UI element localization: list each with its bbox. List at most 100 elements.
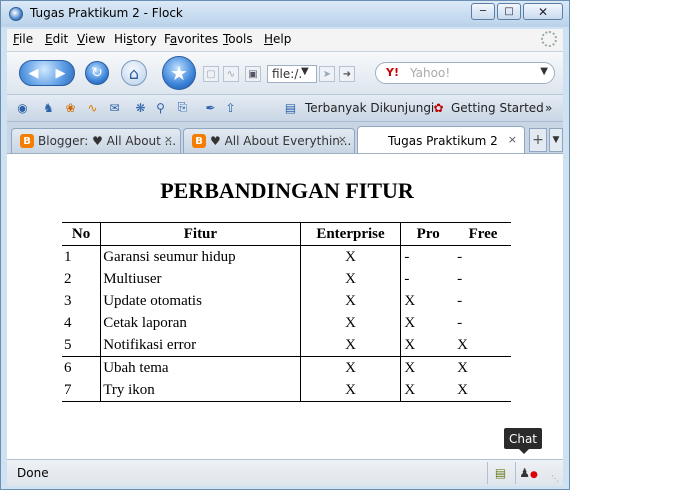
menu-edit[interactable]: Edit (45, 32, 68, 46)
people-icon[interactable]: ◉ (15, 100, 30, 115)
cell-enterprise: X (300, 356, 402, 379)
favorite-link-most-visited[interactable]: Terbanyak Dikunjungi (305, 101, 434, 115)
pin-icon[interactable]: ⚲ (153, 100, 168, 115)
close-window-button[interactable]: ✕ (523, 3, 563, 20)
tab-tugas-praktikum[interactable]: Tugas Praktikum 2 × (357, 126, 525, 154)
menu-view-label: iew (84, 32, 106, 46)
menu-favorites[interactable]: Favorites (164, 32, 218, 46)
cell-pro: - (404, 248, 410, 265)
tab-close-icon[interactable]: × (338, 133, 347, 146)
status-text: Done (17, 466, 49, 480)
tab-label: ♥ All About Everythin... (210, 134, 352, 148)
status-bar: Done ▤ ♟● ⋱ (7, 459, 563, 486)
menu-file[interactable]: File (13, 32, 33, 46)
table-row: 4 Cetak laporan X X - (62, 312, 511, 334)
go-arrow-icon[interactable]: ➜ (339, 66, 355, 82)
tab-close-icon[interactable]: × (508, 133, 517, 146)
cell-free: - (457, 270, 463, 287)
blogger-icon: B (20, 134, 34, 148)
favorites-overflow-chevron[interactable]: » (545, 101, 552, 115)
mail-icon[interactable]: ✉ (107, 100, 122, 115)
forward-arrow-icon[interactable]: ▶ (56, 66, 66, 81)
cell-no: 1 (62, 245, 102, 268)
back-arrow-icon[interactable]: ◀ (29, 66, 39, 81)
cell-no: 4 (62, 312, 102, 334)
tab-label: Tugas Praktikum 2 (388, 134, 498, 148)
menu-edit-accel: E (45, 32, 53, 46)
chat-tooltip: Chat (504, 428, 542, 454)
tab-list-button[interactable]: ▼ (549, 128, 563, 152)
menu-history-pre: Hi (114, 32, 127, 46)
page-content: PERBANDINGAN FITUR No Fitur Enterprise P… (7, 153, 563, 460)
cell-enterprise: X (300, 245, 402, 268)
cell-fitur: Garansi seumur hidup (100, 245, 301, 268)
menu-help[interactable]: Help (264, 32, 291, 46)
folder-icon: ▤ (284, 100, 297, 115)
blogger-icon: B (192, 134, 206, 148)
search-engine-dropdown-icon[interactable]: ▼ (540, 66, 548, 77)
cell-fitur: Update otomatis (100, 290, 301, 312)
title-bar: Tugas Praktikum 2 - Flock ─ □ ✕ (1, 1, 569, 27)
clipboard-icon[interactable]: ⎘ (175, 100, 190, 115)
back-forward-button[interactable]: ◀ ▶ (19, 60, 75, 86)
page-icon[interactable]: ▣ (245, 66, 261, 82)
blog-pen-icon[interactable]: ✒ (203, 100, 218, 115)
reload-button[interactable]: ↻ (85, 61, 109, 85)
cell-fitur: Ubah tema (100, 356, 301, 379)
chat-button[interactable]: ♟● (515, 462, 541, 484)
menu-history[interactable]: History (114, 32, 157, 46)
star-icon: ★ (170, 61, 188, 85)
browser-window: Tugas Praktikum 2 - Flock ─ □ ✕ File Edi… (0, 0, 570, 490)
header-pro: Pro (400, 222, 456, 246)
tab-close-icon[interactable]: × (164, 133, 173, 146)
bookmark-arrow-icon[interactable]: ➤ (319, 66, 335, 82)
page-heading: PERBANDINGAN FITUR (160, 178, 414, 203)
search-box[interactable]: Y! Yahoo! ▼ (375, 62, 555, 84)
cell-enterprise: X (300, 379, 402, 402)
window-controls: ─ □ ✕ (469, 3, 563, 20)
header-enterprise: Enterprise (300, 222, 402, 246)
menu-tools-label: ools (228, 32, 253, 46)
rss-feed-icon[interactable]: ∿ (223, 66, 239, 82)
table-row: 2 Multiuser X - - (62, 268, 511, 290)
share-icon[interactable]: ▢ (203, 66, 219, 82)
home-button[interactable]: ⌂ (121, 60, 147, 86)
resize-grip-icon[interactable]: ⋱ (551, 474, 561, 484)
cell-pro: X (404, 314, 416, 331)
feeds-icon[interactable]: ∿ (85, 100, 100, 115)
feature-comparison-table: No Fitur Enterprise Pro Free 1 Garansi s… (62, 222, 511, 402)
header-free: Free (455, 222, 511, 246)
cell-no: 6 (62, 356, 102, 379)
cell-pro: X (404, 336, 416, 353)
upload-icon[interactable]: ⇧ (223, 100, 238, 115)
menu-view[interactable]: View (77, 32, 105, 46)
table-row: 7 Try ikon X X X (62, 379, 511, 402)
cell-free: X (455, 356, 511, 379)
cell-enterprise: X (300, 268, 402, 290)
minimize-button[interactable]: ─ (471, 3, 495, 20)
star-favorites-button[interactable]: ★ (162, 56, 196, 90)
media-icon[interactable]: ❀ (63, 100, 78, 115)
cell-enterprise: X (300, 290, 402, 312)
home-icon: ⌂ (128, 63, 140, 83)
sparkle-icon[interactable]: ❋ (133, 100, 148, 115)
cell-free: - (457, 314, 463, 331)
table-header-row: No Fitur Enterprise Pro Free (62, 222, 511, 246)
menu-help-accel: H (264, 32, 274, 46)
favorite-link-getting-started[interactable]: Getting Started (451, 101, 544, 115)
address-dropdown-icon[interactable]: ▼ (301, 66, 309, 77)
maximize-button[interactable]: □ (497, 3, 521, 20)
person-icon[interactable]: ♞ (41, 100, 56, 115)
tab-all-about[interactable]: B ♥ All About Everythin... × (183, 128, 355, 153)
cell-pro: X (400, 356, 456, 379)
cell-no: 5 (62, 334, 102, 357)
header-no: No (62, 222, 102, 246)
favorites-toolbar: ◉ ♞ ❀ ∿ ✉ ❋ ⚲ ⎘ ✒ ⇧ ▤ Terbanyak Dikunjun… (7, 94, 563, 121)
menu-tools[interactable]: Tools (223, 32, 253, 46)
search-placeholder: Yahoo! (410, 66, 451, 80)
menu-file-label: ile (19, 32, 34, 46)
new-tab-button[interactable]: + (529, 128, 547, 152)
address-input[interactable]: file:/. (267, 65, 317, 83)
tab-blogger[interactable]: B Blogger: ♥ All About ... × (11, 128, 181, 153)
sidebar-toggle-button[interactable]: ▤ (487, 462, 513, 484)
